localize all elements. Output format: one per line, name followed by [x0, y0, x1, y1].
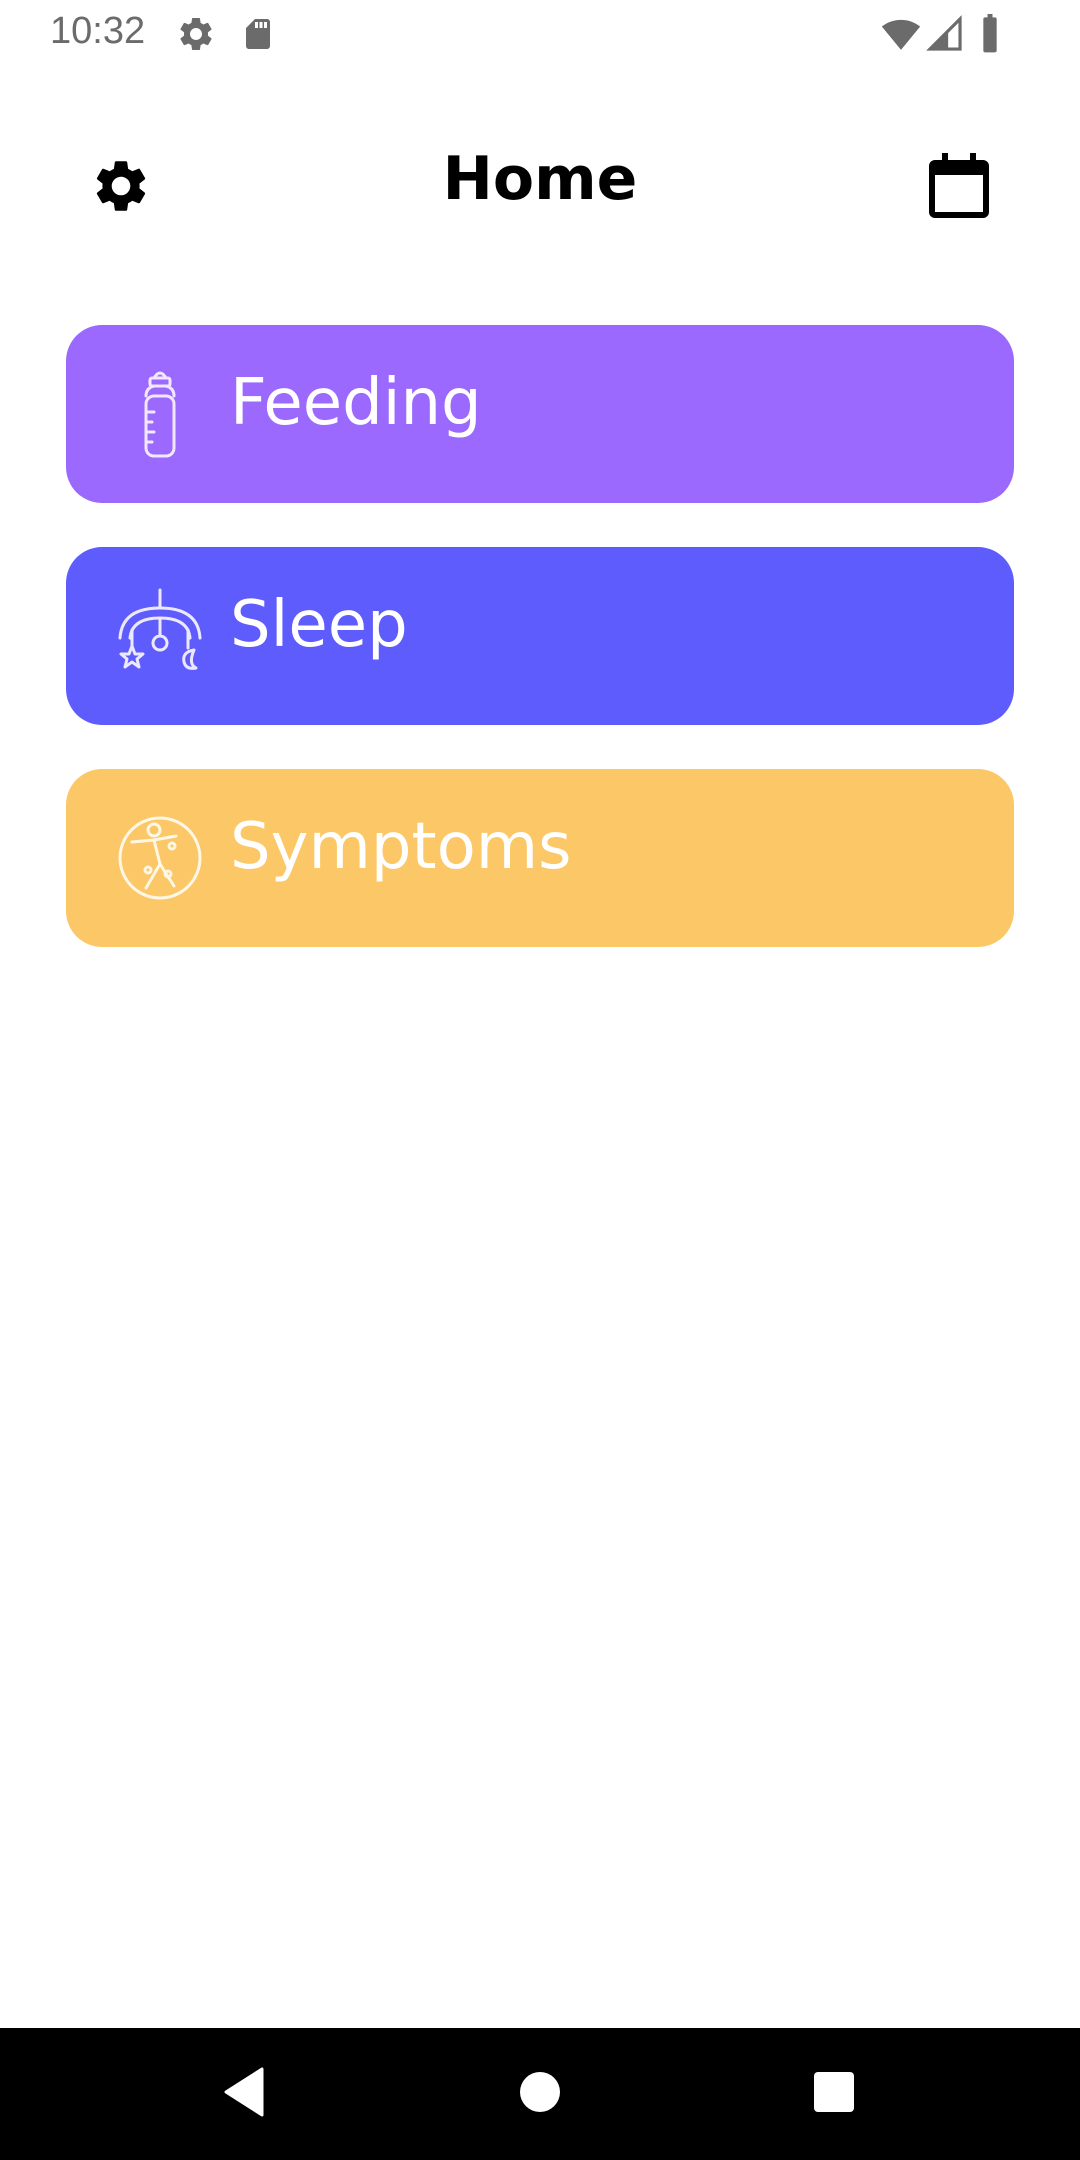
- signal-icon: [926, 14, 964, 59]
- nav-recents-button[interactable]: [794, 2054, 874, 2134]
- battery-icon: [976, 14, 1004, 59]
- status-time: 10:32: [50, 10, 146, 52]
- baby-bottle-icon: [110, 364, 210, 464]
- calendar-button[interactable]: [919, 148, 999, 228]
- home-icon: [518, 2070, 562, 2119]
- status-bar: 10:32: [0, 0, 1080, 72]
- app-header: Home: [0, 120, 1080, 250]
- symptoms-label: Symptoms: [230, 810, 572, 884]
- nav-back-button[interactable]: [204, 2054, 284, 2134]
- sd-card-icon: [240, 14, 276, 59]
- nav-home-button[interactable]: [500, 2054, 580, 2134]
- sleep-label: Sleep: [230, 588, 408, 662]
- crib-mobile-icon: [110, 586, 210, 686]
- wifi-icon: [880, 14, 922, 59]
- symptoms-card[interactable]: Symptoms: [66, 769, 1014, 947]
- home-screen: 10:32 Home Feeding Sleep Symptoms: [0, 0, 1080, 2160]
- body-symptoms-icon: [110, 808, 210, 908]
- page-title: Home: [442, 144, 638, 214]
- gear-icon: [176, 14, 216, 59]
- system-nav-bar: [0, 2028, 1080, 2160]
- back-icon: [222, 2067, 266, 2122]
- recents-icon: [813, 2071, 855, 2118]
- sleep-card[interactable]: Sleep: [66, 547, 1014, 725]
- calendar-icon: [928, 152, 990, 224]
- feeding-label: Feeding: [230, 366, 482, 440]
- feeding-card[interactable]: Feeding: [66, 325, 1014, 503]
